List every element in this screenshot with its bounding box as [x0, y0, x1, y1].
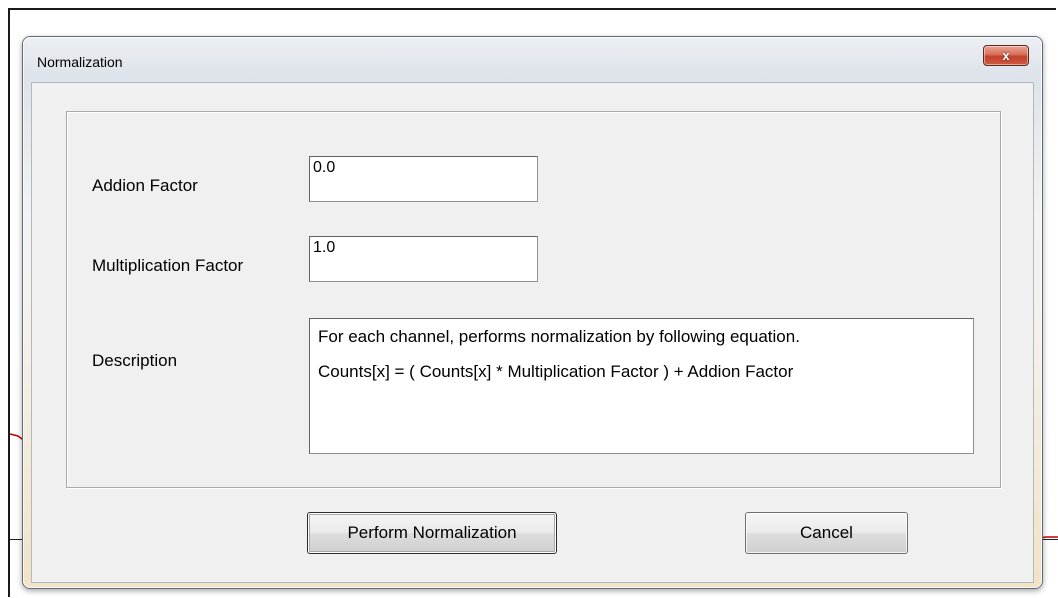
normalization-dialog: Normalization x Addion Factor 0.0 Multip…: [22, 36, 1043, 589]
close-icon: x: [1002, 48, 1010, 63]
description-textarea[interactable]: For each channel, performs normalization…: [309, 318, 974, 454]
multiplication-factor-label: Multiplication Factor: [92, 256, 244, 275]
description-label: Description: [92, 351, 178, 370]
description-line-2: Counts[x] = ( Counts[x] * Multiplication…: [318, 362, 794, 381]
perform-normalization-button[interactable]: Perform Normalization: [307, 512, 557, 554]
cancel-button[interactable]: Cancel: [745, 512, 908, 554]
dialog-client-area: Addion Factor 0.0 Multiplication Factor …: [31, 82, 1034, 583]
multiplication-factor-input[interactable]: 1.0: [309, 236, 538, 282]
settings-groupbox: Addion Factor 0.0 Multiplication Factor …: [66, 111, 1001, 488]
description-line-1: For each channel, performs normalization…: [318, 327, 800, 346]
dialog-title: Normalization: [37, 54, 123, 70]
close-button[interactable]: x: [983, 45, 1029, 66]
addition-factor-label: Addion Factor: [92, 176, 198, 195]
addition-factor-input[interactable]: 0.0: [309, 156, 538, 202]
